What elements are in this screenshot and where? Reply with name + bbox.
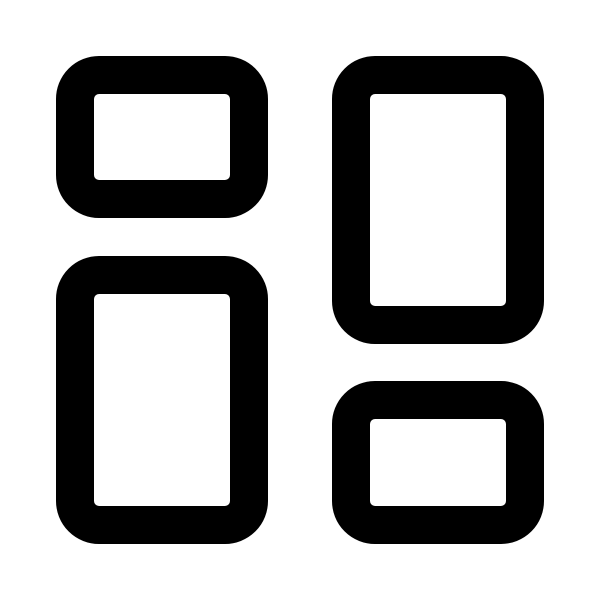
tile-top-right — [332, 56, 544, 344]
tile-bottom-left — [56, 256, 268, 544]
icon-canvas — [0, 0, 600, 600]
dashboard-layout-icon — [56, 56, 544, 544]
tile-top-left — [56, 56, 268, 218]
tile-bottom-right — [332, 381, 544, 544]
